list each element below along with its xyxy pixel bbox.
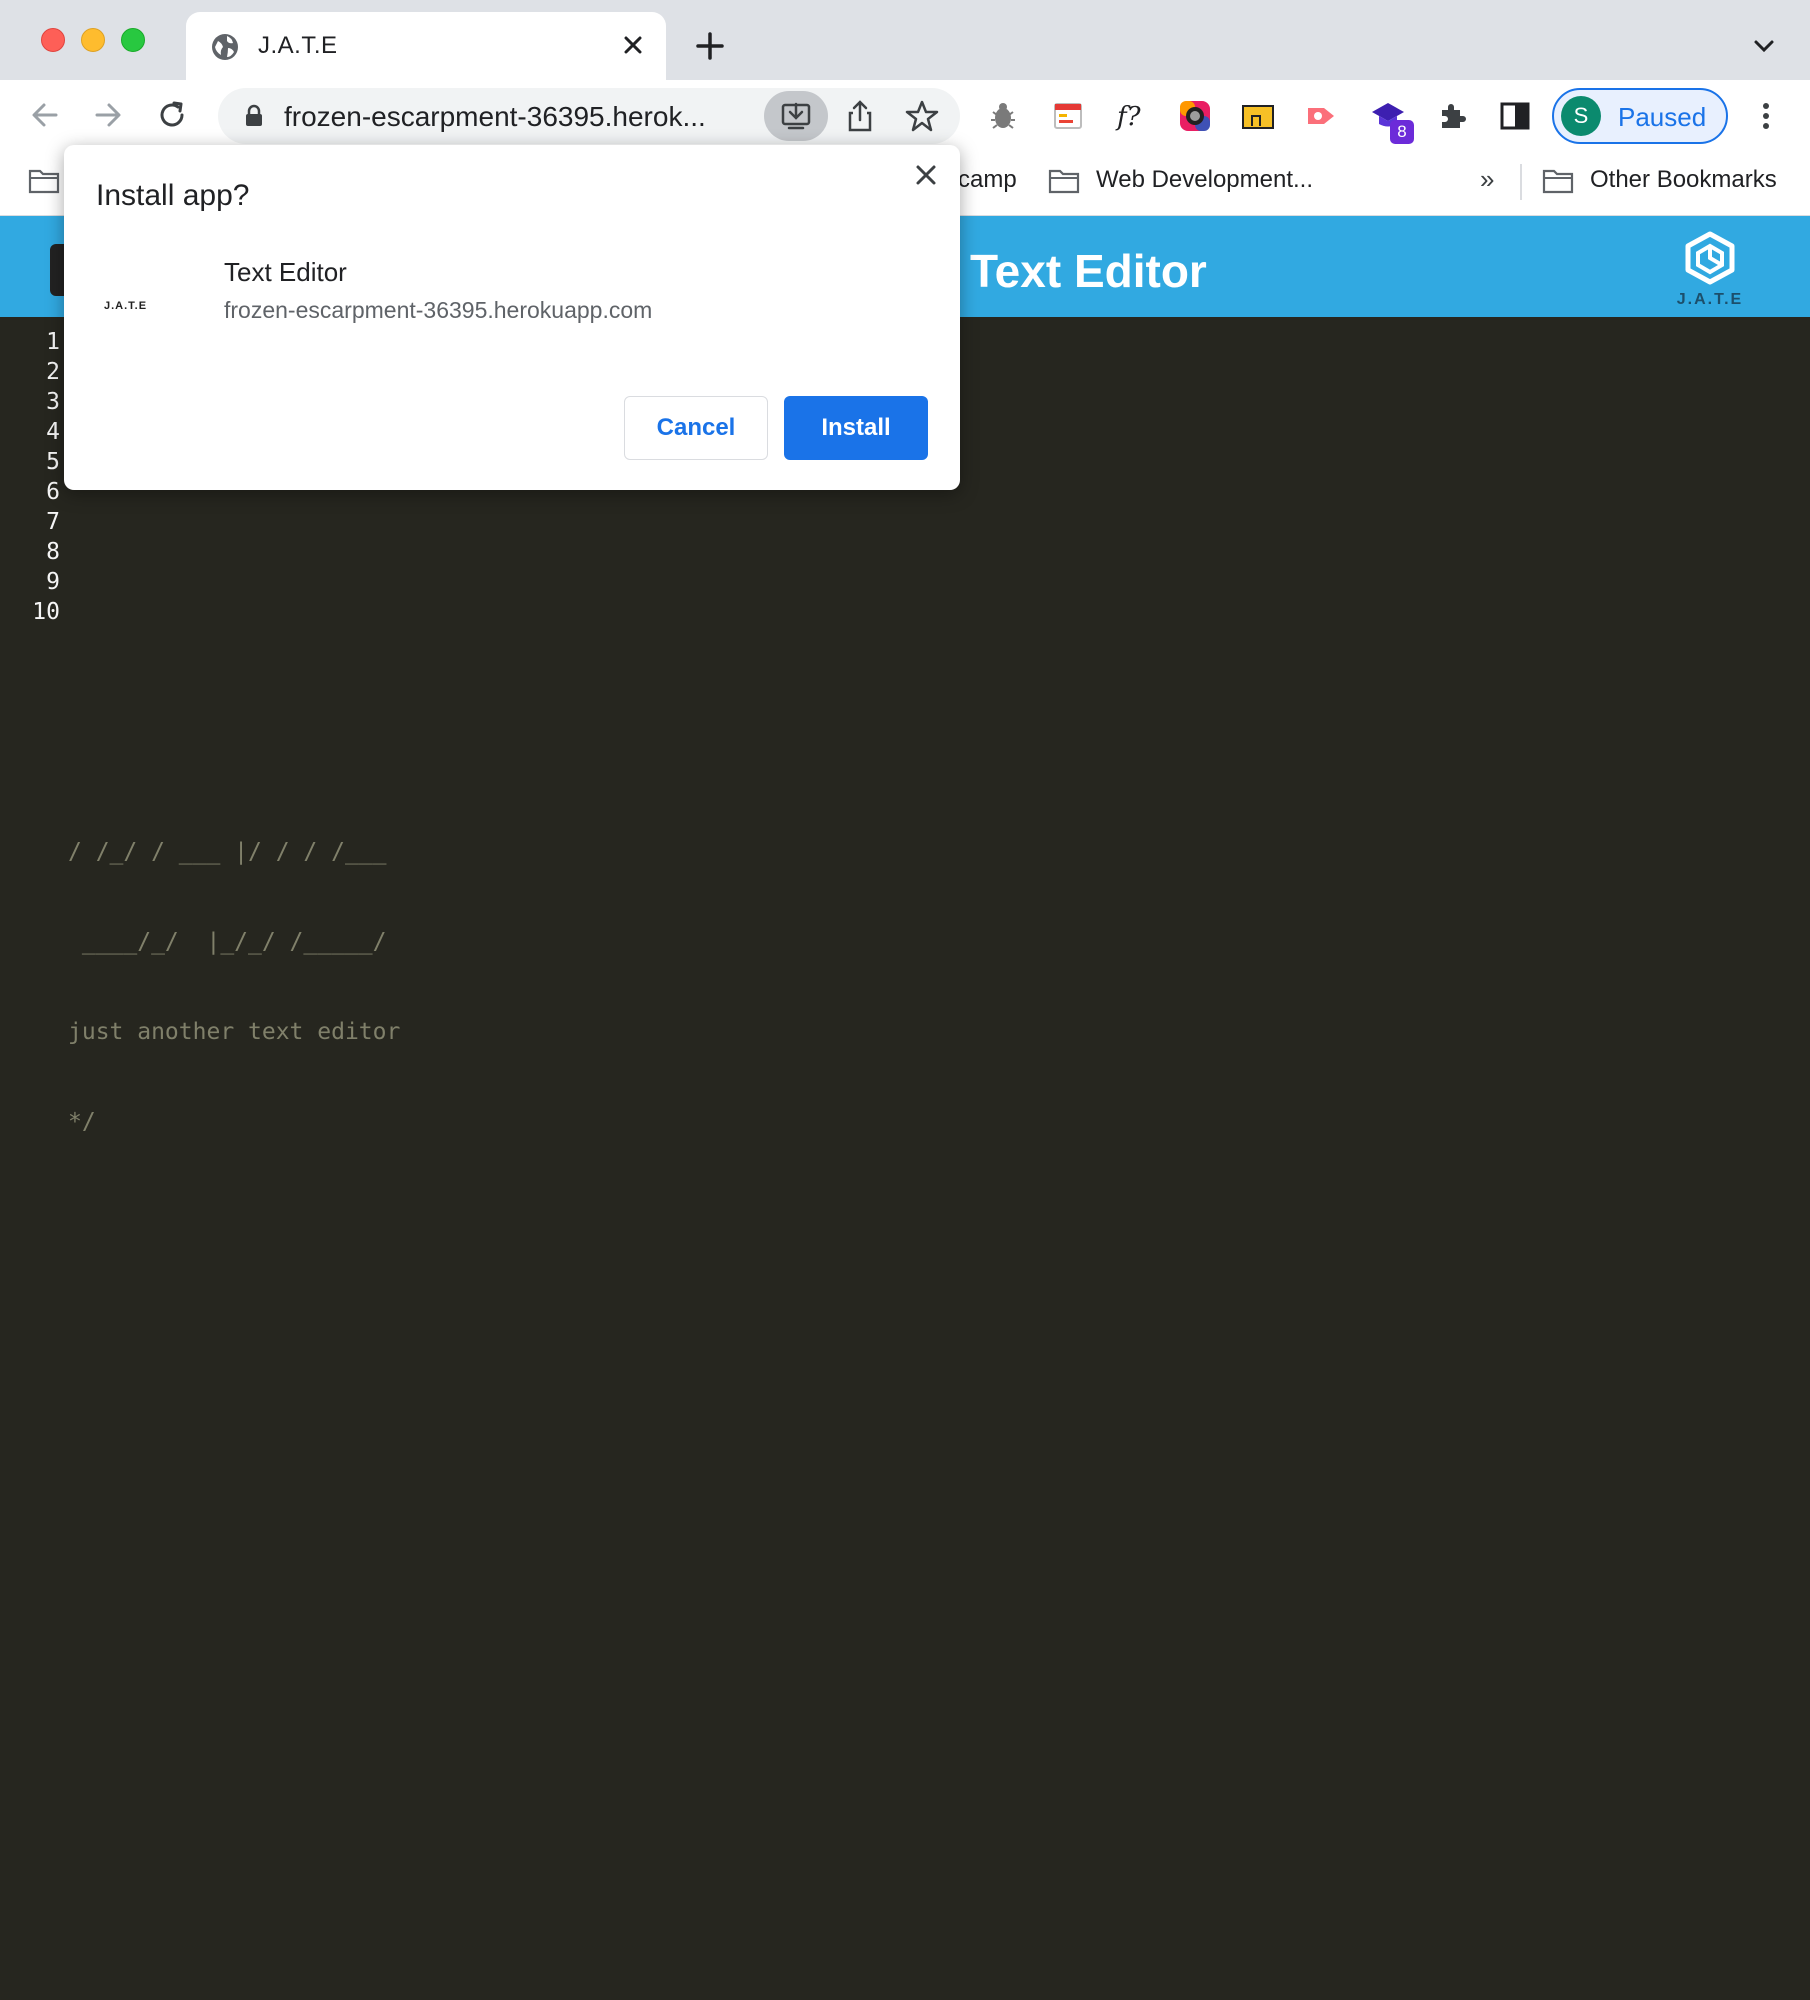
new-tab-icon[interactable]	[690, 26, 730, 66]
install-app-button[interactable]	[764, 91, 828, 141]
bookmark-item[interactable]: Web Development...	[1096, 166, 1313, 194]
code-line[interactable]: just another text editor	[68, 1017, 400, 1047]
jate-logo-icon: J.A.T.E	[1677, 231, 1743, 308]
svg-text:f?: f?	[1115, 102, 1142, 132]
line-number: 3	[46, 389, 60, 415]
code-line[interactable]: ____/_/ |_/_/ /_____/	[68, 927, 400, 957]
tab-title: J.A.T.E	[258, 32, 338, 59]
app-name: Text Editor	[224, 257, 347, 287]
close-icon[interactable]	[910, 159, 942, 191]
other-bookmarks[interactable]: Other Bookmarks	[1590, 166, 1777, 194]
back-arrow-icon[interactable]	[26, 96, 64, 134]
install-button[interactable]: Install	[784, 396, 928, 460]
dialog-title: Install app?	[96, 179, 250, 212]
browser-toolbar: frozen-escarpment-36395.herok... f? 8	[0, 80, 1810, 150]
line-number: 2	[46, 359, 60, 385]
puzzle-extensions-icon[interactable]	[1434, 98, 1470, 134]
line-number: 1	[46, 329, 60, 355]
font-question-extension-icon[interactable]: f?	[1113, 98, 1149, 134]
bookmarks-overflow-button[interactable]: »	[1480, 164, 1494, 195]
tab-strip: J.A.T.E	[0, 0, 1810, 80]
folder-icon[interactable]	[28, 168, 60, 194]
video-record-extension-icon[interactable]	[1304, 98, 1340, 134]
extension-badge: 8	[1390, 120, 1414, 144]
code-line[interactable]	[68, 747, 400, 777]
line-number: 7	[46, 509, 60, 535]
side-panel-icon[interactable]	[1497, 98, 1533, 134]
chevron-down-icon[interactable]	[1750, 32, 1778, 60]
line-number: 8	[46, 539, 60, 565]
close-tab-icon[interactable]	[616, 28, 650, 62]
lock-icon[interactable]	[242, 104, 266, 128]
install-app-dialog: Install app? J.A.T.E Text Editor frozen-…	[64, 145, 960, 490]
minimize-window-button[interactable]	[81, 28, 105, 52]
url-text[interactable]: frozen-escarpment-36395.herok...	[284, 101, 706, 133]
more-menu-icon[interactable]	[1748, 98, 1784, 134]
close-window-button[interactable]	[41, 28, 65, 52]
bookmarks-divider	[1520, 164, 1522, 200]
maximize-window-button[interactable]	[121, 28, 145, 52]
avatar: S	[1561, 96, 1601, 136]
app-origin: frozen-escarpment-36395.herokuapp.com	[224, 297, 653, 323]
cancel-button[interactable]: Cancel	[624, 396, 768, 460]
bookmark-item[interactable]: camp	[958, 166, 1017, 194]
folder-icon[interactable]	[1048, 168, 1080, 194]
code-line[interactable]	[68, 567, 400, 597]
profile-status: Paused	[1618, 102, 1707, 132]
globe-icon	[212, 34, 238, 60]
app-icon: J.A.T.E	[104, 300, 148, 312]
calendar-extension-icon[interactable]	[1050, 98, 1086, 134]
code-editor[interactable]: 1 2 3 4 5 6 7 8 9 10 / /_/ / ___ |/ / / …	[0, 317, 1810, 2000]
line-number: 4	[46, 419, 60, 445]
forward-arrow-icon[interactable]	[89, 96, 127, 134]
folder-extension-icon[interactable]	[1240, 98, 1276, 134]
line-number: 9	[46, 569, 60, 595]
code-line[interactable]	[68, 1197, 400, 1227]
line-number-gutter: 1 2 3 4 5 6 7 8 9 10	[0, 327, 60, 627]
code-line[interactable]	[68, 657, 400, 687]
profile-button[interactable]: S Paused	[1552, 88, 1728, 144]
browser-tab-active[interactable]: J.A.T.E	[186, 12, 666, 80]
bug-extension-icon[interactable]	[985, 98, 1021, 134]
line-number: 5	[46, 449, 60, 475]
bookmark-star-icon[interactable]	[904, 98, 940, 134]
line-number: 10	[32, 599, 60, 625]
reload-icon[interactable]	[153, 96, 191, 134]
code-line[interactable]: */	[68, 1107, 400, 1137]
folder-icon[interactable]	[1542, 168, 1574, 194]
color-picker-extension-icon[interactable]	[1177, 98, 1213, 134]
app-title: Text Editor	[970, 245, 1207, 297]
install-icon	[781, 102, 811, 130]
line-number: 6	[46, 479, 60, 505]
code-line[interactable]: / /_/ / ___ |/ / / /___	[68, 837, 400, 867]
share-icon[interactable]	[842, 98, 878, 134]
logo-text: J.A.T.E	[1677, 291, 1743, 308]
address-bar[interactable]: frozen-escarpment-36395.herok...	[218, 88, 960, 144]
